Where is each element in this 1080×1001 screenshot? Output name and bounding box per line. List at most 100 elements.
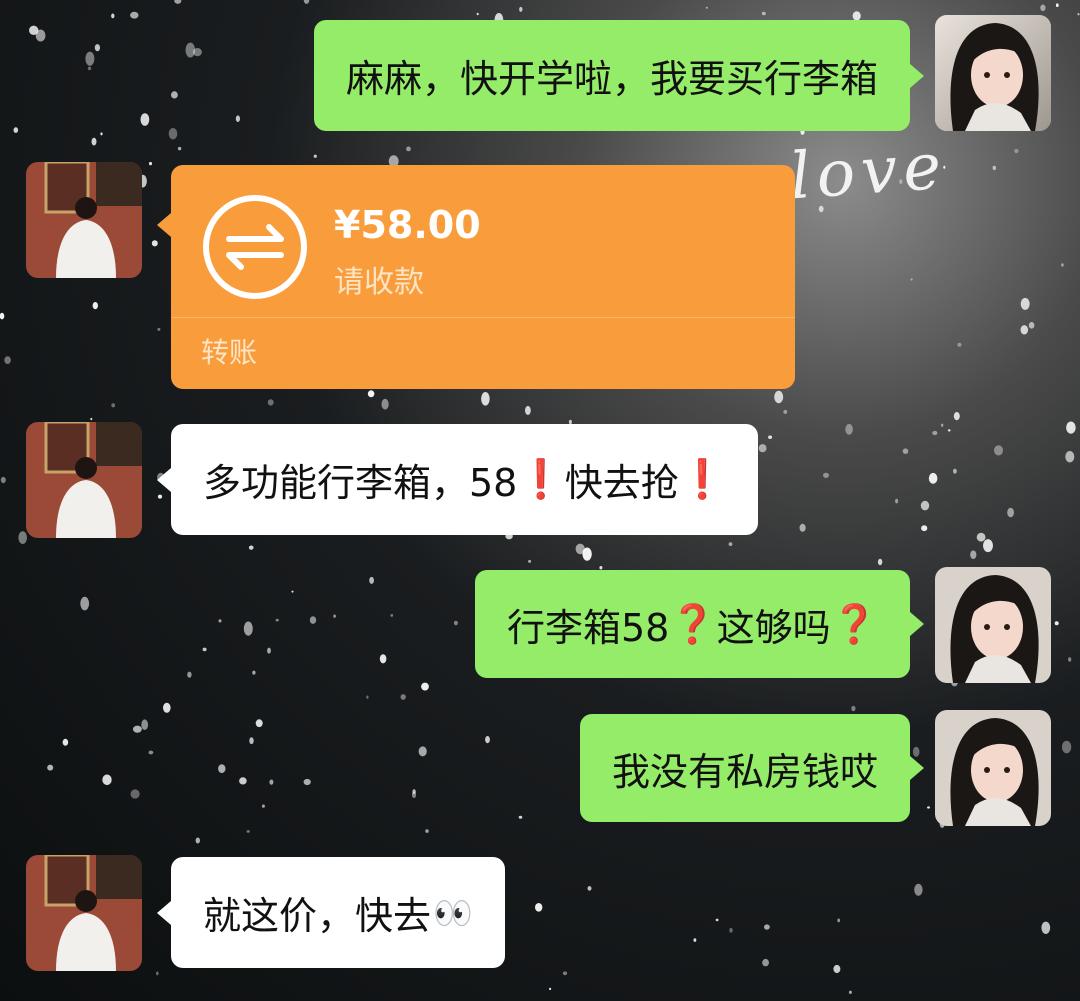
raindrop	[192, 48, 202, 57]
raindrop	[91, 137, 97, 146]
message-text: 我没有私房钱哎	[611, 749, 878, 794]
raindrop	[309, 616, 317, 624]
message-bubble-outgoing[interactable]: 麻麻，快开学啦，我要买行李箱	[313, 20, 925, 131]
raindrop	[313, 154, 317, 158]
raindrop	[267, 647, 271, 654]
raindrop	[35, 29, 46, 42]
raindrop	[528, 559, 532, 563]
raindrop	[481, 392, 490, 406]
raindrop	[406, 146, 411, 152]
raindrop	[519, 6, 523, 12]
raindrop	[187, 671, 192, 678]
message-bubble-incoming[interactable]: 就这价，快去 👀	[157, 857, 505, 968]
transfer-card[interactable]: ¥58.00 请收款 转账	[157, 165, 795, 389]
raindrop	[400, 694, 406, 700]
raindrop	[1066, 421, 1076, 434]
transfer-status: 请收款	[334, 265, 424, 300]
raindrop	[783, 409, 788, 414]
message-bubble-incoming[interactable]: 多功能行李箱，58 ❗ 快去抢 ❗	[156, 424, 759, 535]
message-bubble-outgoing[interactable]: 我没有私房钱哎	[579, 714, 925, 822]
raindrop	[914, 883, 923, 896]
raindrop	[151, 240, 158, 247]
raindrop	[1068, 657, 1072, 662]
raindrop	[1028, 322, 1035, 329]
message-text: 这够吗	[716, 605, 831, 650]
raindrop	[1041, 921, 1051, 934]
raindrop	[130, 789, 140, 799]
raindrop	[562, 971, 568, 976]
transfer-arrows-icon	[203, 195, 307, 299]
raindrop	[1065, 451, 1075, 463]
raindrop	[927, 806, 930, 809]
raindrop	[168, 128, 178, 140]
raindrop	[303, 0, 310, 4]
avatar-self[interactable]	[935, 710, 1051, 826]
avatar-girl-image	[935, 567, 1051, 683]
raindrop	[845, 423, 853, 435]
raindrop	[47, 764, 54, 771]
raindrop	[764, 924, 770, 930]
message-bubble-outgoing[interactable]: 行李箱58 ❓ 这够吗 ❓	[474, 570, 925, 678]
avatar-mom[interactable]	[26, 855, 142, 971]
raindrop	[837, 918, 840, 923]
message-text: 多功能行李箱，58	[203, 461, 518, 505]
raindrop	[535, 903, 543, 912]
avatar-mom[interactable]	[26, 422, 142, 538]
raindrop	[1054, 621, 1059, 626]
raindrop	[366, 695, 369, 699]
raindrop	[976, 532, 986, 542]
raindrop	[218, 619, 222, 623]
raindrop	[1061, 263, 1064, 267]
raindrop	[94, 44, 100, 52]
raindrop	[693, 938, 697, 942]
raindrop	[758, 444, 767, 453]
raindrop	[970, 550, 977, 559]
raindrop	[133, 725, 142, 733]
raindrop	[369, 576, 374, 584]
raindrop	[90, 417, 93, 421]
raindrop	[157, 327, 161, 331]
raindrop	[148, 750, 154, 755]
raindrop	[80, 596, 90, 611]
raindrop	[141, 719, 149, 730]
raindrop	[0, 476, 6, 484]
raindrop	[13, 127, 19, 133]
raindrop	[171, 91, 178, 99]
raindrop	[163, 702, 171, 713]
raindrop	[823, 472, 829, 478]
raindrop	[953, 468, 957, 474]
raindrop	[1077, 13, 1080, 16]
question-icon: ❓	[830, 601, 878, 646]
raindrop	[599, 566, 603, 570]
avatar-self[interactable]	[935, 567, 1051, 683]
love-decor-text: love	[787, 129, 950, 215]
raindrop	[111, 403, 116, 408]
raindrop	[174, 0, 182, 4]
raindrop	[851, 705, 856, 712]
raindrop	[1007, 507, 1014, 518]
raindrop	[1020, 297, 1030, 310]
raindrop	[957, 342, 962, 347]
raindrop	[932, 430, 938, 436]
avatar-mom[interactable]	[26, 162, 142, 278]
raindrop	[761, 11, 766, 16]
message-text: 麻麻，快开学啦，我要买行李箱	[345, 57, 878, 101]
transfer-label: 转账	[201, 336, 258, 369]
avatar-self[interactable]	[935, 15, 1051, 131]
raindrop	[525, 405, 531, 415]
raindrop	[92, 302, 99, 310]
raindrop	[130, 11, 139, 19]
raindrop	[994, 445, 1003, 456]
raindrop	[762, 958, 769, 967]
raindrop	[248, 545, 254, 550]
raindrop	[983, 539, 993, 553]
raindrop	[549, 987, 552, 991]
raindrop	[1020, 325, 1029, 335]
raindrop	[728, 542, 733, 546]
raindrop	[367, 390, 375, 398]
raindrop	[291, 590, 294, 593]
raindrop	[149, 161, 152, 166]
raindrop	[202, 647, 207, 652]
raindrop	[953, 412, 960, 421]
raindrop	[4, 356, 11, 364]
